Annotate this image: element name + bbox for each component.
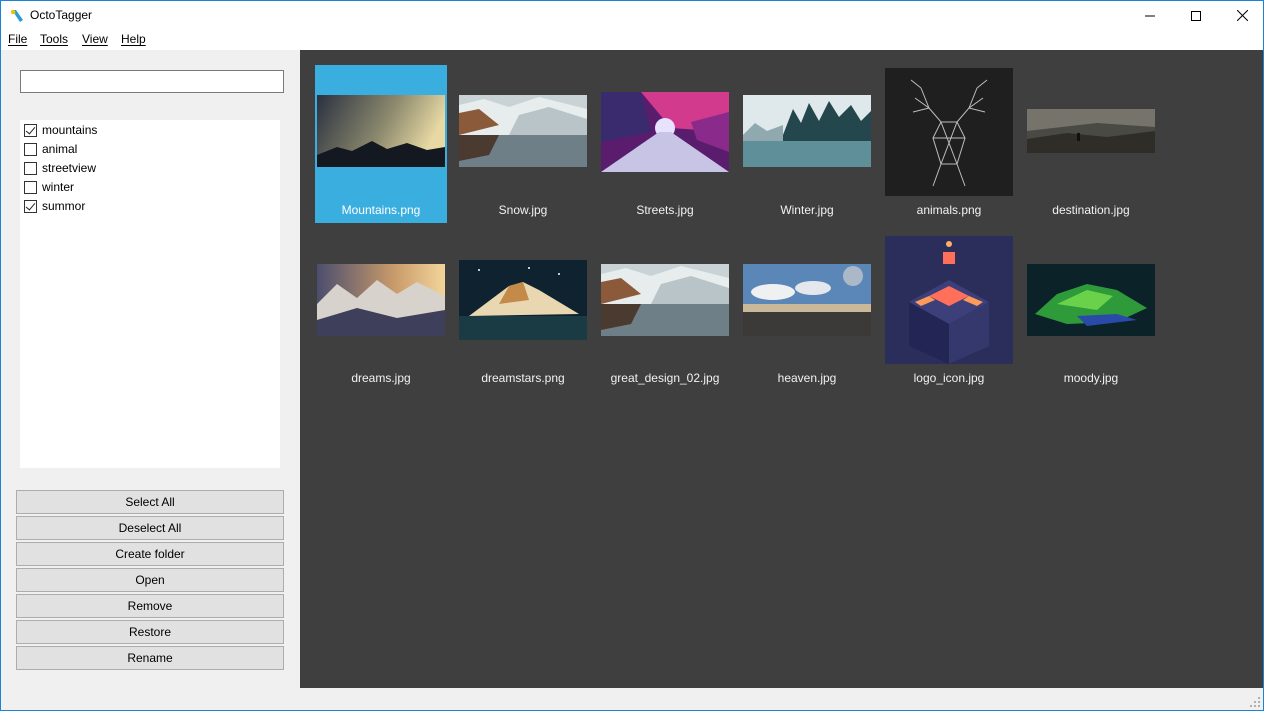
file-tile-logo-icon[interactable]: logo_icon.jpg bbox=[883, 233, 1015, 391]
file-name: animals.png bbox=[916, 203, 982, 217]
file-name: destination.jpg bbox=[1052, 203, 1130, 217]
tag-item-summor[interactable]: summor bbox=[24, 197, 85, 215]
maximize-button[interactable] bbox=[1173, 1, 1219, 30]
file-name: moody.jpg bbox=[1063, 371, 1119, 385]
resize-grip-icon[interactable] bbox=[1250, 697, 1260, 707]
tag-list: mountains animal streetview winter summo… bbox=[20, 120, 280, 468]
tag-item-winter[interactable]: winter bbox=[24, 178, 74, 196]
thumbnail-image bbox=[885, 236, 1013, 364]
select-all-button[interactable]: Select All bbox=[16, 490, 284, 514]
file-name: Streets.jpg bbox=[636, 203, 694, 217]
file-tile-dreams[interactable]: dreams.jpg bbox=[315, 233, 447, 391]
menu-file[interactable]: File bbox=[8, 32, 27, 46]
tag-label: mountains bbox=[42, 123, 98, 137]
close-icon bbox=[1236, 10, 1248, 21]
menu-tools[interactable]: Tools bbox=[40, 32, 68, 46]
tag-item-animal[interactable]: animal bbox=[24, 140, 77, 158]
restore-button[interactable]: Restore bbox=[16, 620, 284, 644]
thumbnail-image bbox=[1027, 109, 1155, 153]
open-button[interactable]: Open bbox=[16, 568, 284, 592]
file-name: Winter.jpg bbox=[780, 203, 834, 217]
image-gallery: Mountains.png Snow.jpg Streets.jpg Winte… bbox=[300, 50, 1263, 688]
rename-button[interactable]: Rename bbox=[16, 646, 284, 670]
status-bar bbox=[1, 688, 1263, 710]
window-title: OctoTagger bbox=[30, 8, 93, 22]
tag-item-streetview[interactable]: streetview bbox=[24, 159, 96, 177]
minimize-button[interactable] bbox=[1127, 1, 1173, 30]
tag-label: streetview bbox=[42, 161, 97, 175]
deselect-all-button[interactable]: Deselect All bbox=[16, 516, 284, 540]
remove-button[interactable]: Remove bbox=[16, 594, 284, 618]
tag-item-mountains[interactable]: mountains bbox=[24, 121, 97, 139]
tag-checkbox[interactable] bbox=[24, 180, 37, 194]
app-window: OctoTagger File Tools View Help mountain… bbox=[0, 0, 1264, 711]
close-button[interactable] bbox=[1219, 1, 1263, 30]
file-tile-great-design-02[interactable]: great_design_02.jpg bbox=[599, 233, 731, 391]
file-name: dreamstars.png bbox=[481, 371, 565, 385]
file-name: great_design_02.jpg bbox=[610, 371, 720, 385]
tag-search-input[interactable] bbox=[20, 70, 284, 93]
thumbnail-image bbox=[317, 264, 445, 336]
thumbnail-image bbox=[1027, 264, 1155, 336]
tag-checkbox[interactable] bbox=[24, 142, 37, 156]
thumbnail-image bbox=[601, 264, 729, 336]
file-tile-destination[interactable]: destination.jpg bbox=[1025, 65, 1157, 223]
file-tile-winter[interactable]: Winter.jpg bbox=[741, 65, 873, 223]
thumbnail-image bbox=[743, 95, 871, 167]
thumbnail-image bbox=[743, 264, 871, 336]
title-bar: OctoTagger bbox=[1, 1, 1263, 30]
tag-label: summor bbox=[42, 199, 86, 213]
maximize-icon bbox=[1191, 10, 1201, 21]
tag-checkbox[interactable] bbox=[24, 199, 37, 213]
file-tile-mountains[interactable]: Mountains.png bbox=[315, 65, 447, 223]
tag-label: animal bbox=[42, 142, 78, 156]
app-logo-icon bbox=[10, 9, 23, 22]
file-name: dreams.jpg bbox=[351, 371, 411, 385]
file-tile-moody[interactable]: moody.jpg bbox=[1025, 233, 1157, 391]
file-tile-streets[interactable]: Streets.jpg bbox=[599, 65, 731, 223]
file-name: logo_icon.jpg bbox=[913, 371, 985, 385]
file-tile-heaven[interactable]: heaven.jpg bbox=[741, 233, 873, 391]
tag-checkbox[interactable] bbox=[24, 161, 37, 175]
minimize-icon bbox=[1145, 15, 1155, 16]
menu-help[interactable]: Help bbox=[121, 32, 146, 46]
file-tile-dreamstars[interactable]: dreamstars.png bbox=[457, 233, 589, 391]
file-name: Mountains.png bbox=[341, 203, 421, 217]
thumbnail-image bbox=[317, 95, 445, 167]
menu-view[interactable]: View bbox=[82, 32, 108, 46]
thumbnail-image bbox=[459, 260, 587, 340]
menu-bar: File Tools View Help bbox=[1, 30, 1263, 50]
tag-checkbox[interactable] bbox=[24, 123, 37, 137]
file-tile-animals[interactable]: animals.png bbox=[883, 65, 1015, 223]
thumbnail-image bbox=[601, 92, 729, 172]
thumbnail-image bbox=[885, 68, 1013, 196]
thumbnail-image bbox=[459, 95, 587, 167]
left-pane: mountains animal streetview winter summo… bbox=[1, 50, 300, 688]
file-tile-snow[interactable]: Snow.jpg bbox=[457, 65, 589, 223]
file-name: Snow.jpg bbox=[498, 203, 548, 217]
tag-label: winter bbox=[42, 180, 75, 194]
file-name: heaven.jpg bbox=[777, 371, 837, 385]
create-folder-button[interactable]: Create folder bbox=[16, 542, 284, 566]
